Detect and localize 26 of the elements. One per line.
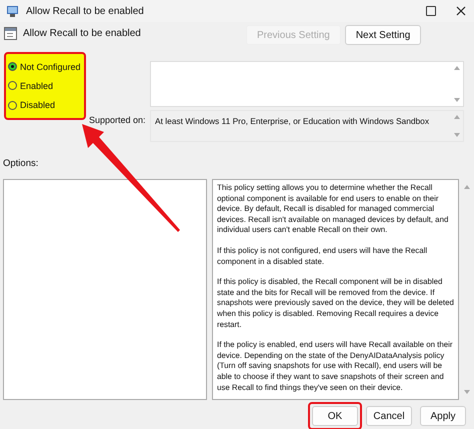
scroll-up-icon[interactable] <box>454 115 460 119</box>
radio-button[interactable] <box>8 100 17 110</box>
scroll-up-icon[interactable] <box>454 66 460 70</box>
dialog-button[interactable]: Apply <box>420 406 466 426</box>
window-title: Allow Recall to be enabled <box>26 6 144 16</box>
radio-label: Disabled <box>20 100 56 110</box>
radio-label: Enabled <box>20 80 54 91</box>
radio-button[interactable] <box>8 62 17 72</box>
supported-label: Supported on: <box>88 114 147 125</box>
app-icon <box>6 4 20 18</box>
options-label: Options: <box>3 158 40 171</box>
scroll-down-icon[interactable] <box>464 390 470 394</box>
comment-field[interactable] <box>150 61 464 107</box>
policy-name: Allow Recall to be enabled <box>23 28 141 39</box>
policy-icon <box>4 27 17 40</box>
scroll-up-icon[interactable] <box>464 185 470 189</box>
close-icon <box>456 6 466 16</box>
supported-text: At least Windows 11 Pro, Enterprise, or Education with Windows Sandbox <box>154 115 430 126</box>
radio-label: Not Configured <box>20 62 81 72</box>
dialog-button[interactable]: Cancel <box>366 406 412 426</box>
maximize-icon[interactable] <box>426 6 436 16</box>
nav-button[interactable]: Next Setting <box>344 25 422 45</box>
scroll-down-icon[interactable] <box>454 133 460 137</box>
radio-button[interactable] <box>8 81 17 90</box>
dialog-button[interactable]: OK <box>312 406 358 426</box>
scroll-down-icon[interactable] <box>454 98 460 102</box>
